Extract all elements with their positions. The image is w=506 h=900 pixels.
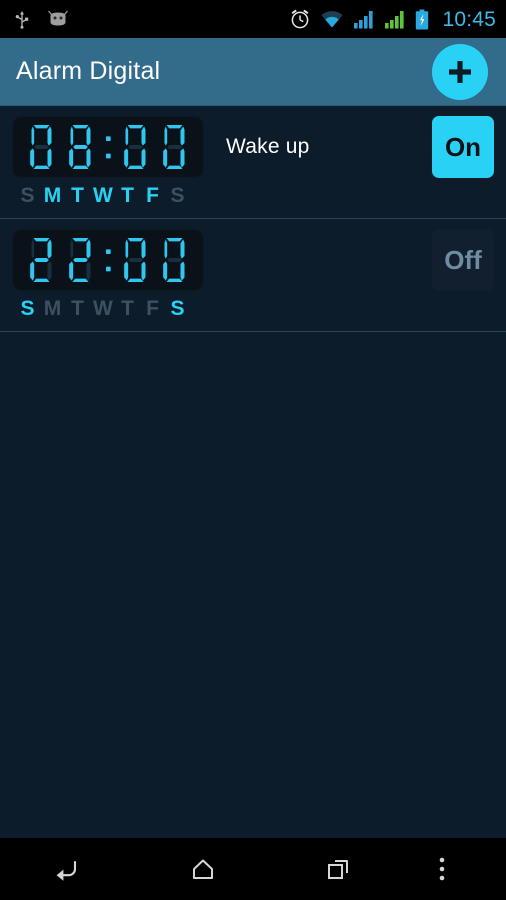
alarm-toggle-button[interactable]: Off — [432, 229, 494, 291]
day-toggle-wednesday[interactable]: W — [93, 184, 113, 208]
day-toggle-wednesday[interactable]: W — [93, 297, 113, 321]
signal-bars-sim2-icon — [385, 10, 405, 28]
lcd-colon — [106, 249, 111, 272]
lcd-digit-0 — [163, 238, 185, 282]
alarm-clock-icon — [292, 9, 309, 29]
three-dots-vertical-icon — [439, 857, 445, 881]
usb-icon — [15, 11, 29, 29]
status-bar-right-icons: 10:45 — [289, 8, 496, 30]
day-toggle-thursday[interactable]: T — [118, 297, 137, 321]
day-toggle-tuesday[interactable]: T — [68, 297, 87, 321]
status-bar: 10:45 — [0, 0, 506, 38]
alarm-row[interactable]: Off SMTWTFS — [0, 219, 506, 332]
lcd-digit-2 — [69, 238, 91, 282]
alarm-time-display[interactable] — [12, 229, 204, 291]
lcd-digit-0 — [163, 125, 185, 169]
signal-bars-sim1-icon — [354, 10, 374, 28]
alarm-row-main: Off — [12, 229, 494, 291]
home-button[interactable] — [135, 838, 270, 900]
alarm-label: Wake up — [226, 135, 310, 158]
day-toggle-monday[interactable]: M — [43, 297, 62, 321]
alarm-time-value — [22, 123, 194, 171]
status-bar-left-icons — [14, 9, 70, 29]
day-toggle-friday[interactable]: F — [143, 297, 162, 321]
alarm-day-selector[interactable]: SMTWTFS — [12, 297, 494, 321]
day-toggle-tuesday[interactable]: T — [68, 184, 87, 208]
add-alarm-button[interactable] — [432, 43, 488, 100]
alarm-time-display[interactable] — [12, 116, 204, 178]
overflow-button[interactable] — [406, 838, 478, 900]
android-head-icon — [48, 10, 68, 26]
day-toggle-friday[interactable]: F — [143, 184, 162, 208]
lcd-colon — [106, 136, 111, 159]
lcd-digit-2 — [30, 238, 52, 282]
battery-charging-icon — [416, 9, 429, 30]
status-bar-clock: 10:45 — [442, 7, 496, 31]
action-bar: Alarm Digital — [0, 38, 506, 106]
day-toggle-saturday[interactable]: S — [168, 184, 187, 208]
plus-icon — [449, 60, 471, 83]
lcd-digit-0 — [30, 125, 52, 169]
recents-button[interactable] — [271, 838, 406, 900]
recent-apps-icon — [328, 860, 349, 879]
page-title: Alarm Digital — [16, 57, 161, 85]
alarm-toggle-button[interactable]: On — [432, 116, 494, 178]
day-toggle-monday[interactable]: M — [43, 184, 62, 208]
day-toggle-saturday[interactable]: S — [168, 297, 187, 321]
back-arrow-icon — [56, 860, 76, 881]
android-navigation-bar — [0, 838, 506, 900]
back-button[interactable] — [0, 838, 135, 900]
alarm-time-value — [22, 236, 194, 284]
alarm-day-selector[interactable]: SMTWTFS — [12, 184, 494, 208]
lcd-digit-0 — [124, 238, 146, 282]
day-toggle-thursday[interactable]: T — [118, 184, 137, 208]
day-toggle-sunday[interactable]: S — [18, 184, 37, 208]
wifi-icon — [321, 10, 343, 27]
day-toggle-sunday[interactable]: S — [18, 297, 37, 321]
alarm-list: Wake up On SMTWTFS Off SMTWTFS — [0, 106, 506, 838]
lcd-digit-8 — [69, 125, 91, 169]
home-icon — [192, 859, 213, 879]
phone-screen: 10:45 Alarm Digital Wake up On SMTWTFS O… — [0, 0, 506, 900]
alarm-row[interactable]: Wake up On SMTWTFS — [0, 106, 506, 219]
lcd-digit-0 — [124, 125, 146, 169]
alarm-row-main: Wake up On — [12, 116, 494, 178]
